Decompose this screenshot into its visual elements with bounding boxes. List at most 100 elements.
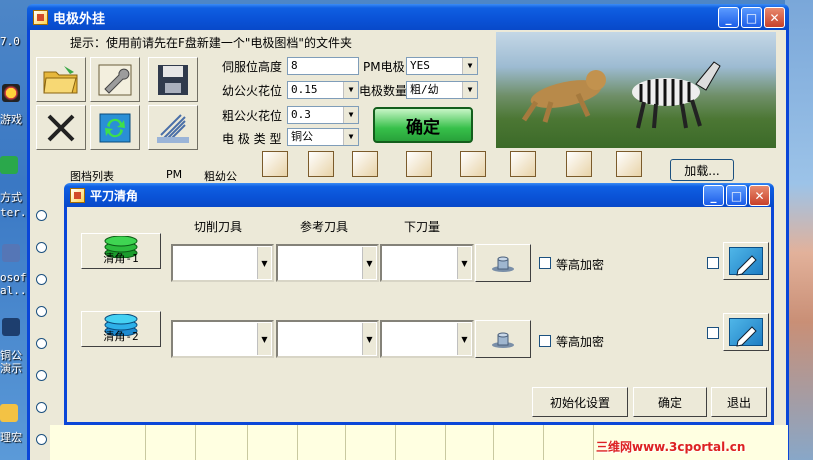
grid-cell[interactable]	[544, 425, 594, 460]
ref-tool-select-2[interactable]: ▼	[276, 320, 379, 358]
electrode-count-select[interactable]: 粗/幼 ▼	[406, 81, 478, 99]
confirm-button[interactable]: 确定	[373, 107, 473, 143]
tab-pm[interactable]: PM	[166, 156, 182, 181]
grid-cell[interactable]	[494, 425, 544, 460]
list-radio[interactable]	[36, 242, 47, 253]
toolpath-icon[interactable]	[616, 151, 642, 177]
grid-cell[interactable]	[396, 425, 446, 460]
toolpath-icon[interactable]	[308, 151, 334, 177]
pm-electrode-label: PM电极	[363, 60, 405, 74]
grid-cell[interactable]	[346, 425, 396, 460]
row-enable-checkbox-2[interactable]	[707, 327, 719, 339]
close-button[interactable]: ✕	[764, 7, 785, 28]
dropdown-arrow-icon[interactable]: ▼	[343, 107, 358, 123]
feed-select-1[interactable]: ▼	[380, 244, 474, 282]
fine-spark-select[interactable]: 0.15 ▼	[287, 81, 359, 99]
cleanup-2-button[interactable]: 清角-2	[81, 311, 161, 347]
file-list	[30, 198, 50, 460]
dialog-ok-button[interactable]: 确定	[633, 387, 707, 417]
edit-button-2[interactable]	[723, 313, 769, 351]
search-icon[interactable]	[0, 156, 18, 174]
qq-icon[interactable]	[2, 84, 20, 102]
dropdown-arrow-icon[interactable]: ▼	[457, 247, 471, 279]
dropdown-arrow-icon[interactable]: ▼	[457, 323, 471, 355]
electrode-type-value: 铜公	[291, 130, 313, 143]
list-radio[interactable]	[36, 434, 47, 445]
open-folder-button[interactable]	[36, 57, 86, 102]
hint-text: 提示：使用前请先在F盘新建一个"电极图档"的文件夹	[70, 36, 352, 50]
delete-button[interactable]	[36, 105, 86, 150]
toolpath-icon[interactable]	[352, 151, 378, 177]
list-radio[interactable]	[36, 210, 47, 221]
list-radio[interactable]	[36, 338, 47, 349]
cleanup-2-label: 清角-2	[103, 330, 139, 343]
electrode-type-select[interactable]: 铜公 ▼	[287, 128, 359, 146]
folder-icon[interactable]	[0, 404, 18, 422]
window-title: 电极外挂	[53, 11, 106, 27]
init-settings-button[interactable]: 初始化设置	[532, 387, 628, 417]
grid-cell[interactable]	[446, 425, 494, 460]
toolpath-icon[interactable]	[262, 151, 288, 177]
close-button[interactable]: ✕	[749, 185, 770, 206]
toolpath-icon[interactable]	[510, 151, 536, 177]
row-enable-checkbox-1[interactable]	[707, 257, 719, 269]
exit-button[interactable]: 退出	[711, 387, 767, 417]
grid-cell[interactable]	[248, 425, 298, 460]
servo-height-input[interactable]: 8	[287, 57, 359, 75]
tool-lookup-button-2[interactable]	[475, 320, 531, 358]
maximize-button[interactable]: □	[726, 185, 747, 206]
settings-button[interactable]	[90, 57, 140, 102]
minimize-button[interactable]: _	[703, 185, 724, 206]
refresh-button[interactable]	[90, 105, 140, 150]
contour-densify-checkbox-2[interactable]	[539, 335, 551, 347]
rough-spark-select[interactable]: 0.3 ▼	[287, 106, 359, 124]
save-button[interactable]	[148, 57, 198, 102]
list-radio[interactable]	[36, 402, 47, 413]
dropdown-arrow-icon[interactable]: ▼	[362, 247, 376, 279]
app-icon[interactable]	[2, 244, 20, 262]
main-titlebar[interactable]: 电极外挂 _ □ ✕	[27, 4, 789, 30]
dropdown-arrow-icon[interactable]: ▼	[257, 247, 271, 279]
banner-photo	[496, 32, 776, 148]
app-icon[interactable]	[2, 318, 20, 336]
dropdown-arrow-icon[interactable]: ▼	[462, 82, 477, 98]
dialog-titlebar[interactable]: 平刀清角 _ □ ✕	[64, 183, 774, 207]
minimize-button[interactable]: _	[718, 7, 739, 28]
grid-cell[interactable]	[50, 425, 146, 460]
wrench-icon	[98, 64, 132, 95]
maximize-button[interactable]: □	[741, 7, 762, 28]
toolpath-icon[interactable]	[566, 151, 592, 177]
dropdown-arrow-icon[interactable]: ▼	[462, 58, 477, 74]
desktop-label: 方式	[0, 191, 22, 204]
cut-tool-select-2[interactable]: ▼	[171, 320, 274, 358]
contour-densify-label: 等高加密	[556, 258, 605, 272]
desktop-wallpaper-right	[785, 0, 813, 460]
feed-select-2[interactable]: ▼	[380, 320, 474, 358]
load-button[interactable]: 加载...	[670, 159, 734, 181]
grid-cell[interactable]	[196, 425, 248, 460]
pm-electrode-select[interactable]: YES ▼	[406, 57, 478, 75]
list-radio[interactable]	[36, 306, 47, 317]
cut-tool-select-1[interactable]: ▼	[171, 244, 274, 282]
dropdown-arrow-icon[interactable]: ▼	[343, 129, 358, 145]
grid-cell[interactable]	[146, 425, 196, 460]
floppy-disk-icon	[158, 64, 188, 95]
grid-cell[interactable]	[298, 425, 346, 460]
tab-rough-fine[interactable]: 粗幼公	[204, 156, 237, 183]
tab-file-list[interactable]: 图档列表	[70, 156, 114, 183]
edit-button-1[interactable]	[723, 242, 769, 280]
ref-tool-select-1[interactable]: ▼	[276, 244, 379, 282]
toolpath-icon[interactable]	[460, 151, 486, 177]
list-radio[interactable]	[36, 274, 47, 285]
electrode-tool-button[interactable]	[148, 105, 198, 150]
cleanup-1-button[interactable]: 清角-1	[81, 233, 161, 269]
list-radio[interactable]	[36, 370, 47, 381]
contour-densify-checkbox-1[interactable]	[539, 257, 551, 269]
toolpath-icon[interactable]	[406, 151, 432, 177]
dropdown-arrow-icon[interactable]: ▼	[362, 323, 376, 355]
tool-lookup-button-1[interactable]	[475, 244, 531, 282]
desktop-label: 理宏	[0, 431, 22, 444]
pen-icon	[729, 318, 763, 347]
dropdown-arrow-icon[interactable]: ▼	[257, 323, 271, 355]
dropdown-arrow-icon[interactable]: ▼	[343, 82, 358, 98]
